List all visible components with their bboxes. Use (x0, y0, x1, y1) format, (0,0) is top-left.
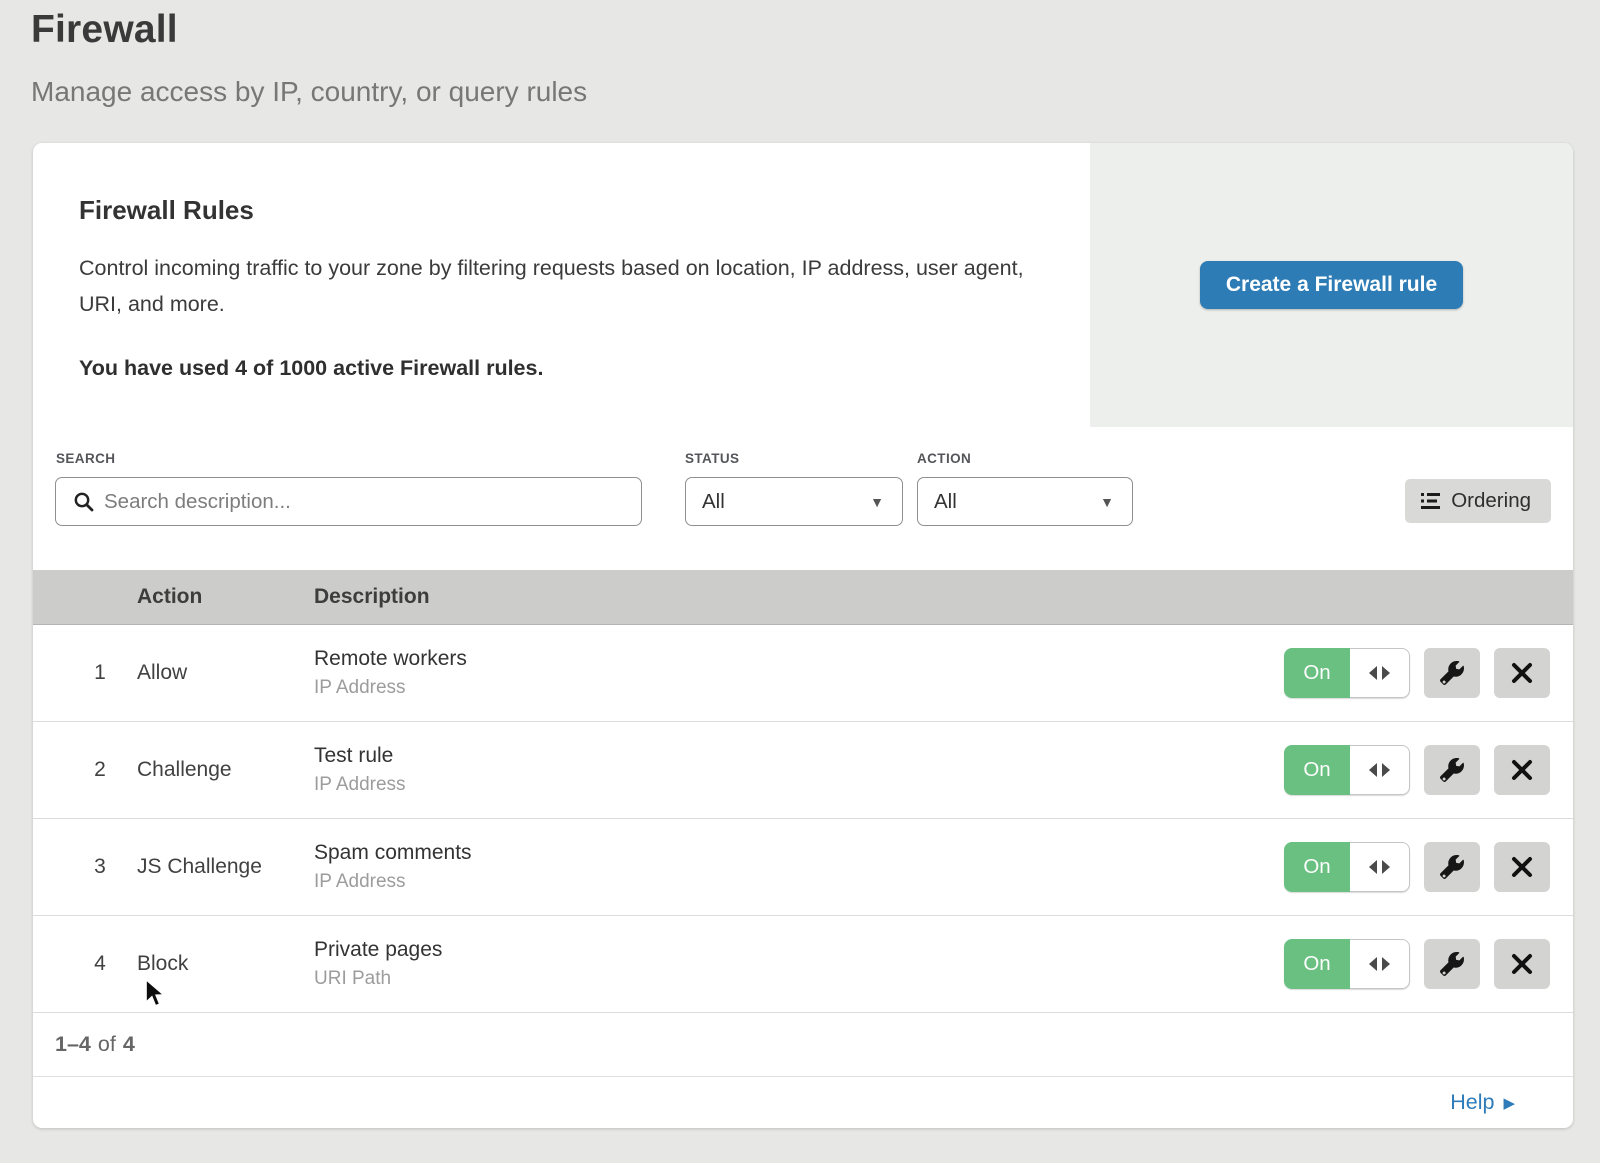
chevron-down-icon: ▼ (1100, 494, 1114, 510)
edit-rule-button[interactable] (1424, 648, 1480, 698)
rule-toggle[interactable]: On (1284, 939, 1410, 989)
rule-description-title: Remote workers (314, 647, 1284, 671)
rule-match-type: IP Address (314, 871, 1284, 893)
intro-section: Firewall Rules Control incoming traffic … (33, 143, 1573, 427)
intro-description: Control incoming traffic to your zone by… (79, 250, 1029, 322)
rule-action: Challenge (137, 758, 314, 782)
toggle-handle-icon (1350, 842, 1410, 892)
rule-priority: 2 (33, 758, 137, 782)
edit-rule-button[interactable] (1424, 842, 1480, 892)
rule-toggle[interactable]: On (1284, 745, 1410, 795)
rule-match-type: IP Address (314, 774, 1284, 796)
search-icon (73, 491, 94, 512)
rule-toggle[interactable]: On (1284, 648, 1410, 698)
intro-heading: Firewall Rules (79, 195, 1050, 226)
pagination-of: of (98, 1032, 116, 1057)
page-subtitle: Manage access by IP, country, or query r… (31, 76, 587, 108)
rule-description: Remote workers IP Address (314, 647, 1284, 699)
rule-description-title: Spam comments (314, 841, 1284, 865)
delete-rule-button[interactable] (1494, 939, 1550, 989)
intro-text: Firewall Rules Control incoming traffic … (33, 143, 1090, 427)
toggle-handle-icon (1350, 939, 1410, 989)
rule-toggle[interactable]: On (1284, 842, 1410, 892)
close-icon (1511, 662, 1533, 684)
edit-rule-button[interactable] (1424, 939, 1480, 989)
action-select[interactable]: All ▼ (917, 477, 1133, 526)
rule-match-type: URI Path (314, 968, 1284, 990)
rule-controls: On (1284, 745, 1573, 795)
wrench-icon (1440, 855, 1464, 879)
rule-priority: 4 (33, 952, 137, 976)
rule-description-title: Private pages (314, 938, 1284, 962)
toggle-on-label: On (1284, 939, 1350, 989)
pagination: 1–4 of 4 (33, 1013, 1573, 1077)
rule-action: Block (137, 952, 314, 976)
create-rule-panel: Create a Firewall rule (1090, 143, 1573, 427)
edit-rule-button[interactable] (1424, 745, 1480, 795)
chevron-down-icon: ▼ (870, 494, 884, 510)
create-firewall-rule-button[interactable]: Create a Firewall rule (1200, 261, 1463, 309)
intro-usage: You have used 4 of 1000 active Firewall … (79, 356, 1050, 381)
wrench-icon (1440, 661, 1464, 685)
close-icon (1511, 759, 1533, 781)
help-label: Help (1450, 1090, 1494, 1115)
close-icon (1511, 953, 1533, 975)
rule-match-type: IP Address (314, 677, 1284, 699)
column-action: Action (137, 585, 314, 609)
firewall-rules-card: Firewall Rules Control incoming traffic … (33, 143, 1573, 1128)
rule-controls: On (1284, 939, 1573, 989)
ordering-button[interactable]: Ordering (1405, 479, 1551, 523)
delete-rule-button[interactable] (1494, 842, 1550, 892)
page-title: Firewall (31, 8, 587, 52)
column-description: Description (314, 585, 1573, 609)
rule-priority: 3 (33, 855, 137, 879)
rule-action: JS Challenge (137, 855, 314, 879)
search-field[interactable] (55, 477, 642, 526)
rule-action: Allow (137, 661, 314, 685)
toggle-on-label: On (1284, 842, 1350, 892)
help-bar: Help ▶ (33, 1077, 1573, 1128)
filters-section: SEARCH STATUS All ▼ ACTION All ▼ (33, 427, 1573, 570)
delete-rule-button[interactable] (1494, 745, 1550, 795)
pagination-total: 4 (123, 1032, 135, 1057)
rule-priority: 1 (33, 661, 137, 685)
rule-controls: On (1284, 842, 1573, 892)
toggle-handle-icon (1350, 648, 1410, 698)
table-row: 4 Block Private pages URI Path On (33, 916, 1573, 1013)
status-value: All (702, 490, 725, 514)
table-row: 2 Challenge Test rule IP Address On (33, 722, 1573, 819)
rule-description: Test rule IP Address (314, 744, 1284, 796)
close-icon (1511, 856, 1533, 878)
wrench-icon (1440, 758, 1464, 782)
delete-rule-button[interactable] (1494, 648, 1550, 698)
rule-controls: On (1284, 648, 1573, 698)
search-label: SEARCH (56, 451, 115, 466)
rule-description: Private pages URI Path (314, 938, 1284, 990)
help-link[interactable]: Help ▶ (1450, 1090, 1515, 1115)
rule-description: Spam comments IP Address (314, 841, 1284, 893)
status-label: STATUS (685, 451, 739, 466)
table-row: 3 JS Challenge Spam comments IP Address … (33, 819, 1573, 916)
action-value: All (934, 490, 957, 514)
toggle-on-label: On (1284, 745, 1350, 795)
rule-description-title: Test rule (314, 744, 1284, 768)
arrow-right-icon: ▶ (1503, 1094, 1515, 1112)
list-icon (1421, 492, 1441, 510)
ordering-label: Ordering (1451, 489, 1531, 513)
wrench-icon (1440, 952, 1464, 976)
page-header: Firewall Manage access by IP, country, o… (31, 8, 587, 108)
action-label: ACTION (917, 451, 971, 466)
table-header: Action Description (33, 570, 1573, 625)
table-row: 1 Allow Remote workers IP Address On (33, 625, 1573, 722)
search-input[interactable] (104, 478, 641, 525)
pagination-range: 1–4 (55, 1032, 91, 1057)
toggle-handle-icon (1350, 745, 1410, 795)
toggle-on-label: On (1284, 648, 1350, 698)
status-select[interactable]: All ▼ (685, 477, 903, 526)
